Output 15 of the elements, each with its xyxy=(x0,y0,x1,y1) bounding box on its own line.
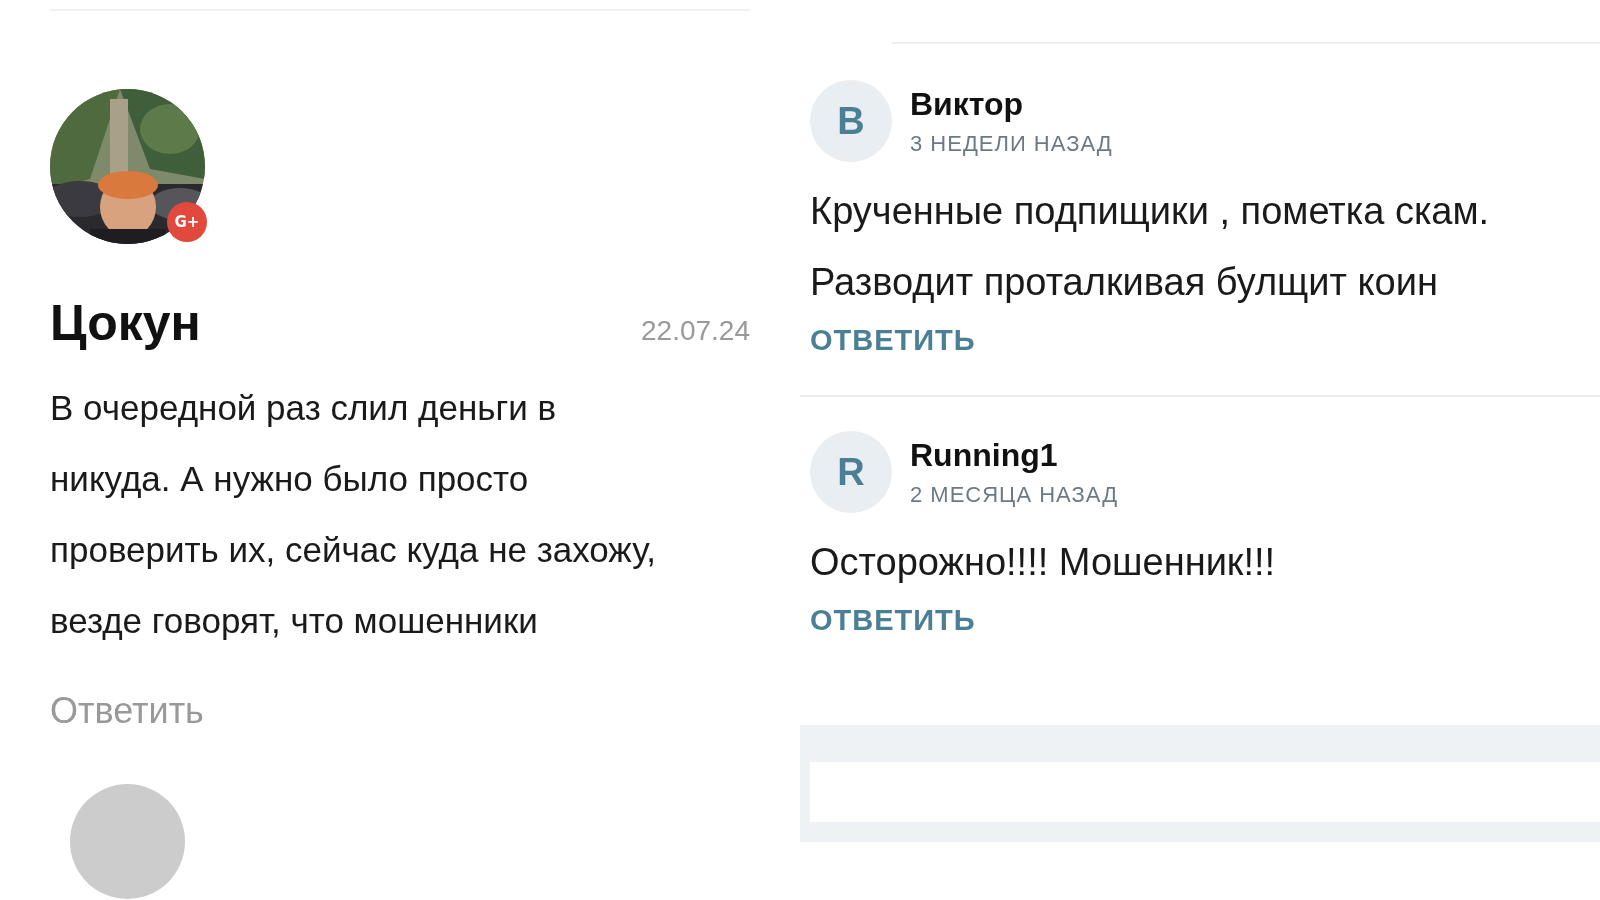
avatar-initial: R xyxy=(810,431,892,513)
review-text: В очередной раз слил деньги в никуда. А нужно было просто проверить их, сейчас куда не захожу, везде говорят, что мошенники xyxy=(50,387,657,642)
reply-link[interactable]: Ответить xyxy=(50,690,750,732)
comment-time: 2 МЕСЯЦА НАЗАД xyxy=(910,481,1119,508)
comment-text: Осторожно!!!! Мошенник!!! xyxy=(810,540,1277,585)
review-date: 22.07.24 xyxy=(641,315,750,347)
comment-author: Running1 xyxy=(910,436,1059,474)
avatar-initial: B xyxy=(810,80,892,162)
comment-time: 3 НЕДЕЛИ НАЗАД xyxy=(910,130,1113,157)
author-name: Цокун xyxy=(50,294,201,352)
google-plus-badge: G+ xyxy=(167,202,207,242)
comment-text: Крученные подпищики , пометка скам. Разводит проталкивая булщит коин xyxy=(810,189,1491,305)
reply-link[interactable]: ОТВЕТИТЬ xyxy=(810,604,976,637)
reply-link[interactable]: ОТВЕТИТЬ xyxy=(810,324,976,357)
comment-author: Виктор xyxy=(910,85,1025,123)
